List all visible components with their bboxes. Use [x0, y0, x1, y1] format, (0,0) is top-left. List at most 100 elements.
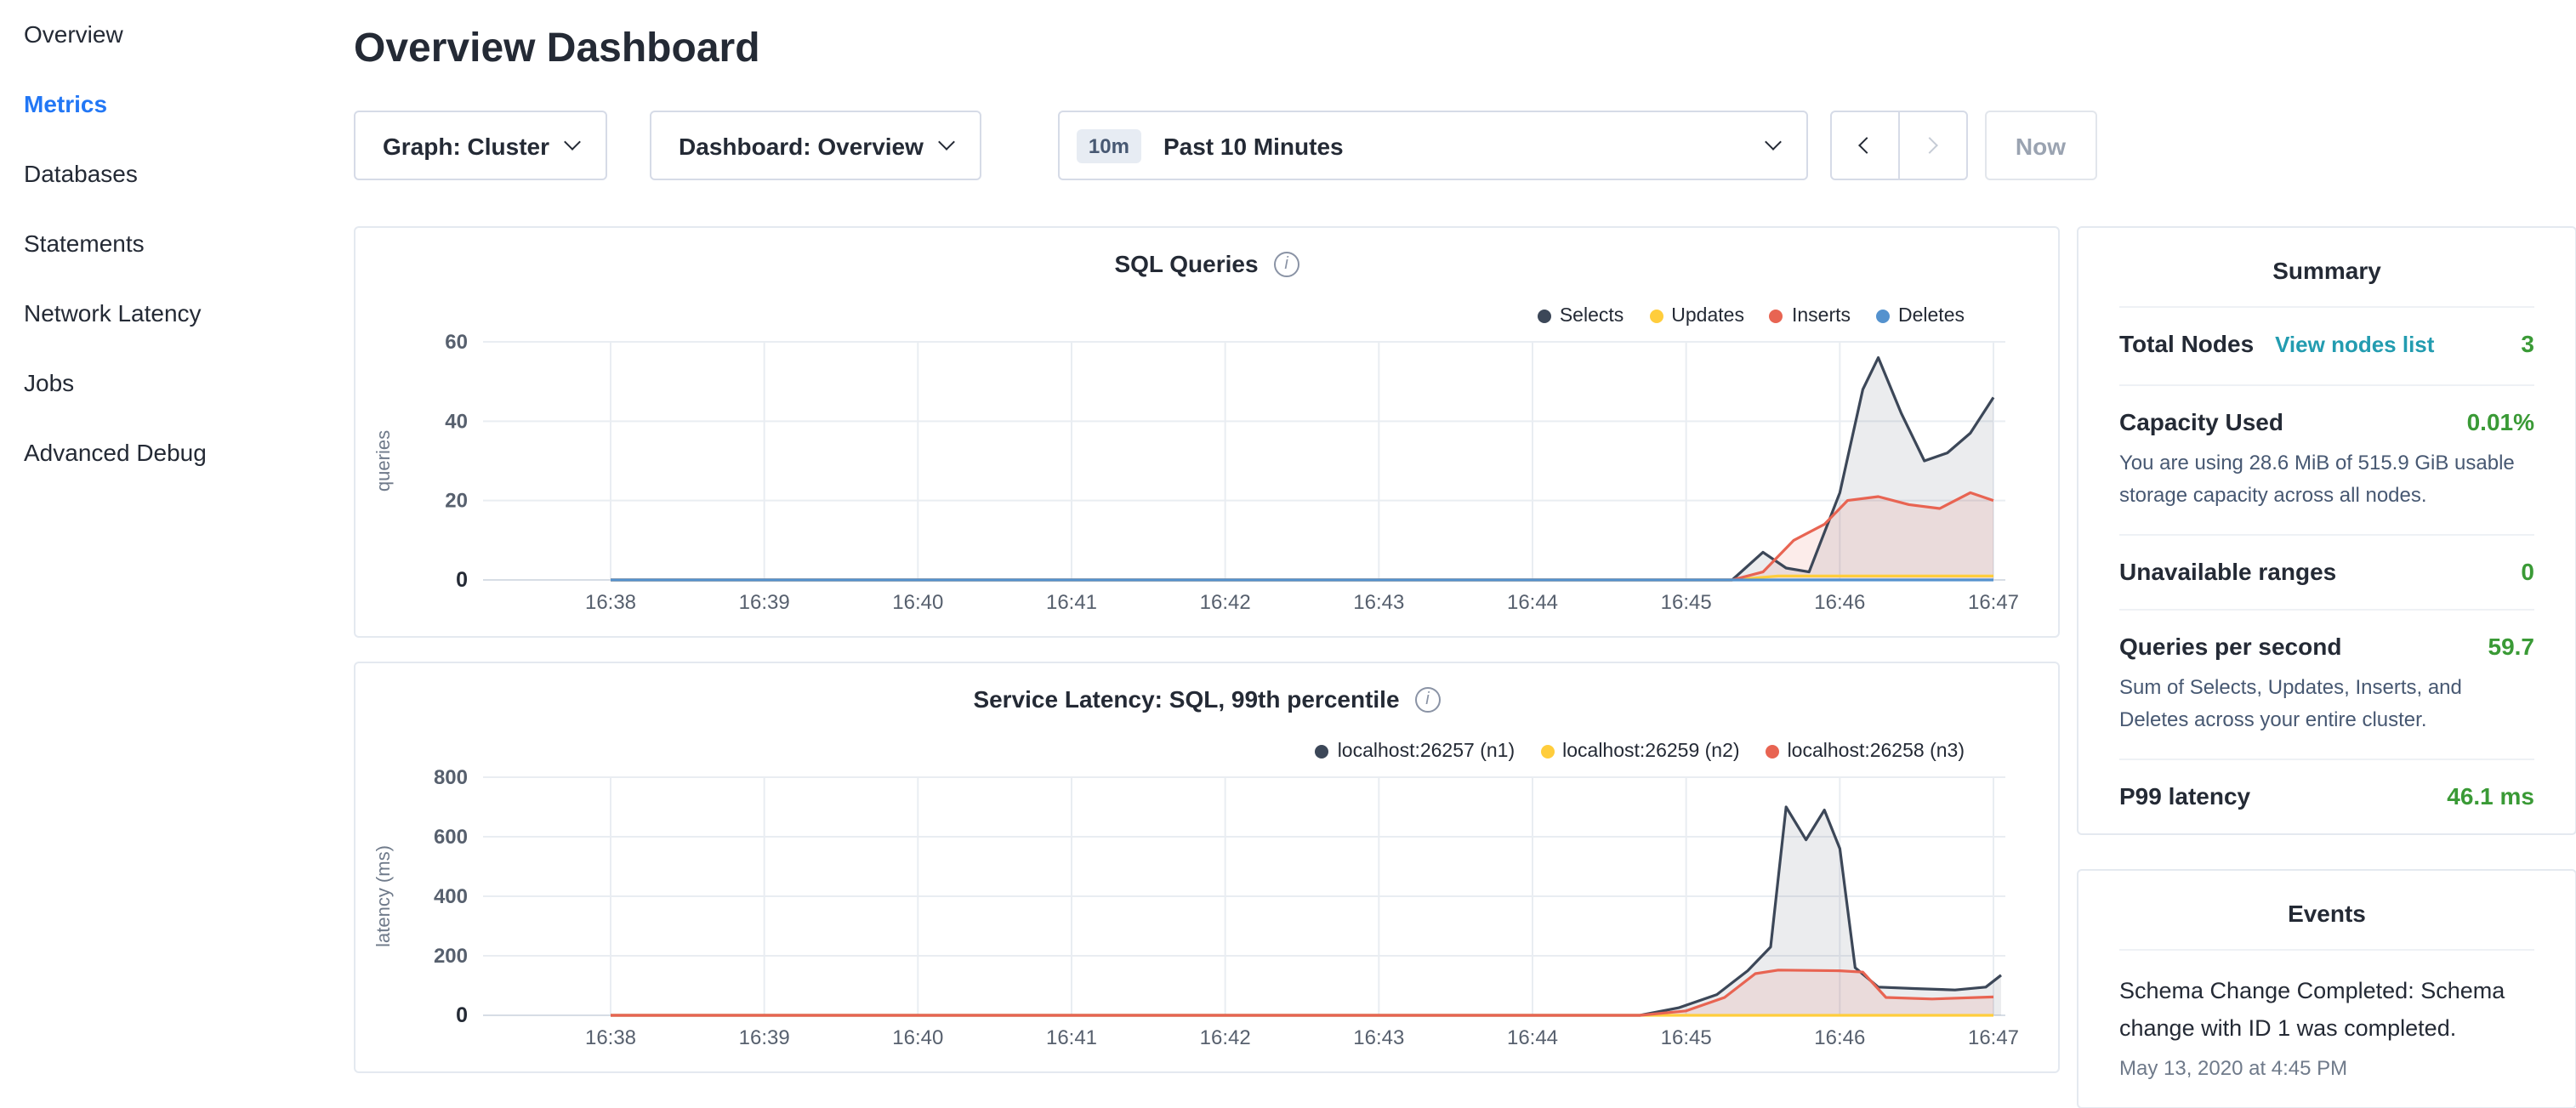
stat-value: 59.7 — [2488, 633, 2535, 660]
time-prev-button[interactable] — [1830, 111, 1900, 180]
chart-service-latency: Service Latency: SQL, 99th percentile i … — [354, 662, 2060, 1073]
chart-canvas[interactable]: 16:3816:3916:4016:4116:4216:4316:4416:45… — [355, 765, 2058, 1063]
svg-text:16:44: 16:44 — [1507, 591, 1558, 614]
legend-dot-icon — [1538, 310, 1551, 323]
svg-text:16:45: 16:45 — [1661, 591, 1712, 614]
stat-capacity-used: Capacity Used 0.01% You are using 28.6 M… — [2119, 384, 2534, 534]
svg-text:16:44: 16:44 — [1507, 1026, 1558, 1049]
svg-text:16:43: 16:43 — [1353, 1026, 1404, 1049]
time-controls: 10m Past 10 Minutes Now — [1058, 111, 2096, 180]
svg-text:16:47: 16:47 — [1968, 1026, 2019, 1049]
svg-text:600: 600 — [434, 826, 468, 849]
legend-item-selects[interactable]: Selects — [1538, 306, 1624, 327]
info-icon[interactable]: i — [1415, 686, 1441, 712]
stat-label: Capacity Used — [2119, 408, 2283, 435]
svg-text:16:43: 16:43 — [1353, 591, 1404, 614]
legend-dot-icon — [1766, 745, 1779, 759]
svg-text:0: 0 — [456, 568, 468, 592]
stat-queries-per-second: Queries per second 59.7 Sum of Selects, … — [2119, 609, 2534, 759]
stat-value: 0.01% — [2467, 408, 2534, 435]
legend-label: Updates — [1671, 306, 1744, 327]
chart-sql-queries: SQL Queries i Selects Updates Inserts Delet… — [354, 226, 2060, 638]
events-panel: Events Schema Change Completed: Schema c… — [2077, 870, 2576, 1108]
event-item[interactable]: Schema Change Completed: Schema change w… — [2119, 950, 2534, 1106]
stat-value: 46.1 ms — [2447, 783, 2534, 810]
sidebar-item-jobs[interactable]: Jobs — [0, 349, 323, 418]
svg-text:800: 800 — [434, 766, 468, 789]
svg-text:16:39: 16:39 — [739, 591, 790, 614]
svg-text:16:41: 16:41 — [1046, 591, 1097, 614]
svg-text:16:39: 16:39 — [739, 1026, 790, 1049]
chart-title: SQL Queries — [1114, 250, 1258, 277]
legend-item-updates[interactable]: Updates — [1649, 306, 1744, 327]
stat-p99-latency: P99 latency 46.1 ms — [2119, 759, 2534, 834]
stat-description: You are using 28.6 MiB of 515.9 GiB usab… — [2119, 447, 2534, 510]
sidebar-item-metrics[interactable]: Metrics — [0, 70, 323, 139]
stat-label: Unavailable ranges — [2119, 558, 2336, 585]
svg-text:latency (ms): latency (ms) — [372, 845, 394, 947]
legend-dot-icon — [1770, 310, 1783, 323]
stat-label: Queries per second — [2119, 633, 2341, 660]
svg-text:0: 0 — [456, 1003, 468, 1027]
time-next-button[interactable] — [1898, 111, 1968, 180]
sidebar: Overview Metrics Databases Statements Ne… — [0, 0, 323, 1051]
chevron-down-icon — [938, 134, 955, 151]
sidebar-item-overview[interactable]: Overview — [0, 0, 323, 70]
controls-bar: Graph: Cluster Dashboard: Overview 10m P… — [354, 111, 2576, 180]
stat-total-nodes: Total Nodes View nodes list 3 — [2119, 306, 2534, 384]
chevron-left-icon — [1859, 137, 1876, 154]
legend-dot-icon — [1316, 745, 1329, 759]
now-button[interactable]: Now — [1985, 111, 2096, 180]
legend-dot-icon — [1876, 310, 1890, 323]
time-window-dropdown[interactable]: 10m Past 10 Minutes — [1058, 111, 1808, 180]
graph-scope-label: Graph: Cluster — [383, 132, 549, 159]
chart-legend: Selects Updates Inserts Deletes — [1538, 306, 1965, 327]
stat-unavailable-ranges: Unavailable ranges 0 — [2119, 534, 2534, 609]
time-step-buttons — [1830, 111, 1968, 180]
svg-text:16:46: 16:46 — [1814, 1026, 1865, 1049]
main-content: Overview Dashboard Graph: Cluster Dashbo… — [323, 0, 2576, 1108]
stat-description: Sum of Selects, Updates, Inserts, and De… — [2119, 672, 2534, 735]
svg-text:16:40: 16:40 — [892, 1026, 943, 1049]
sidebar-item-databases[interactable]: Databases — [0, 139, 323, 209]
svg-text:400: 400 — [434, 885, 468, 908]
dashboard-label: Dashboard: Overview — [679, 132, 924, 159]
stat-value: 0 — [2521, 558, 2534, 585]
app-root: Overview Metrics Databases Statements Ne… — [0, 0, 2576, 1051]
sidebar-item-statements[interactable]: Statements — [0, 209, 323, 279]
legend-item-deletes[interactable]: Deletes — [1876, 306, 1965, 327]
legend-label: localhost:26258 (n3) — [1788, 742, 1965, 762]
chart-canvas[interactable]: 16:3816:3916:4016:4116:4216:4316:4416:45… — [355, 330, 2058, 628]
legend-item-localhost-26259-n2-[interactable]: localhost:26259 (n2) — [1540, 742, 1739, 762]
svg-text:16:38: 16:38 — [585, 1026, 636, 1049]
chevron-right-icon — [1922, 137, 1939, 154]
svg-text:16:38: 16:38 — [585, 591, 636, 614]
legend-item-localhost-26257-n1-[interactable]: localhost:26257 (n1) — [1316, 742, 1515, 762]
time-window-label: Past 10 Minutes — [1163, 132, 1767, 159]
legend-label: Inserts — [1792, 306, 1851, 327]
view-nodes-list-link[interactable]: View nodes list — [2275, 332, 2434, 357]
legend-dot-icon — [1649, 310, 1663, 323]
summary-heading: Summary — [2119, 228, 2534, 306]
legend-item-localhost-26258-n3-[interactable]: localhost:26258 (n3) — [1766, 742, 1965, 762]
svg-text:16:47: 16:47 — [1968, 591, 2019, 614]
graph-scope-dropdown[interactable]: Graph: Cluster — [354, 111, 607, 180]
sidebar-item-network-latency[interactable]: Network Latency — [0, 279, 323, 349]
svg-text:16:42: 16:42 — [1200, 591, 1251, 614]
chart-header: SQL Queries i — [355, 250, 2058, 277]
legend-item-inserts[interactable]: Inserts — [1770, 306, 1851, 327]
event-timestamp: May 13, 2020 at 4:45 PM — [2119, 1055, 2534, 1079]
info-icon[interactable]: i — [1274, 251, 1299, 276]
page-title: Overview Dashboard — [354, 26, 2576, 73]
right-sidebar: Summary Total Nodes View nodes list 3 — [2077, 226, 2576, 1108]
svg-text:40: 40 — [445, 410, 468, 433]
chart-header: Service Latency: SQL, 99th percentile i — [355, 685, 2058, 713]
svg-text:16:45: 16:45 — [1661, 1026, 1712, 1049]
sidebar-item-advanced-debug[interactable]: Advanced Debug — [0, 418, 323, 488]
chart-legend: localhost:26257 (n1) localhost:26259 (n2)… — [1316, 742, 1965, 762]
svg-text:60: 60 — [445, 331, 468, 354]
stat-label: Total Nodes — [2119, 330, 2254, 357]
dashboard-dropdown[interactable]: Dashboard: Overview — [650, 111, 981, 180]
legend-dot-icon — [1540, 745, 1554, 759]
event-message: Schema Change Completed: Schema change w… — [2119, 974, 2534, 1047]
